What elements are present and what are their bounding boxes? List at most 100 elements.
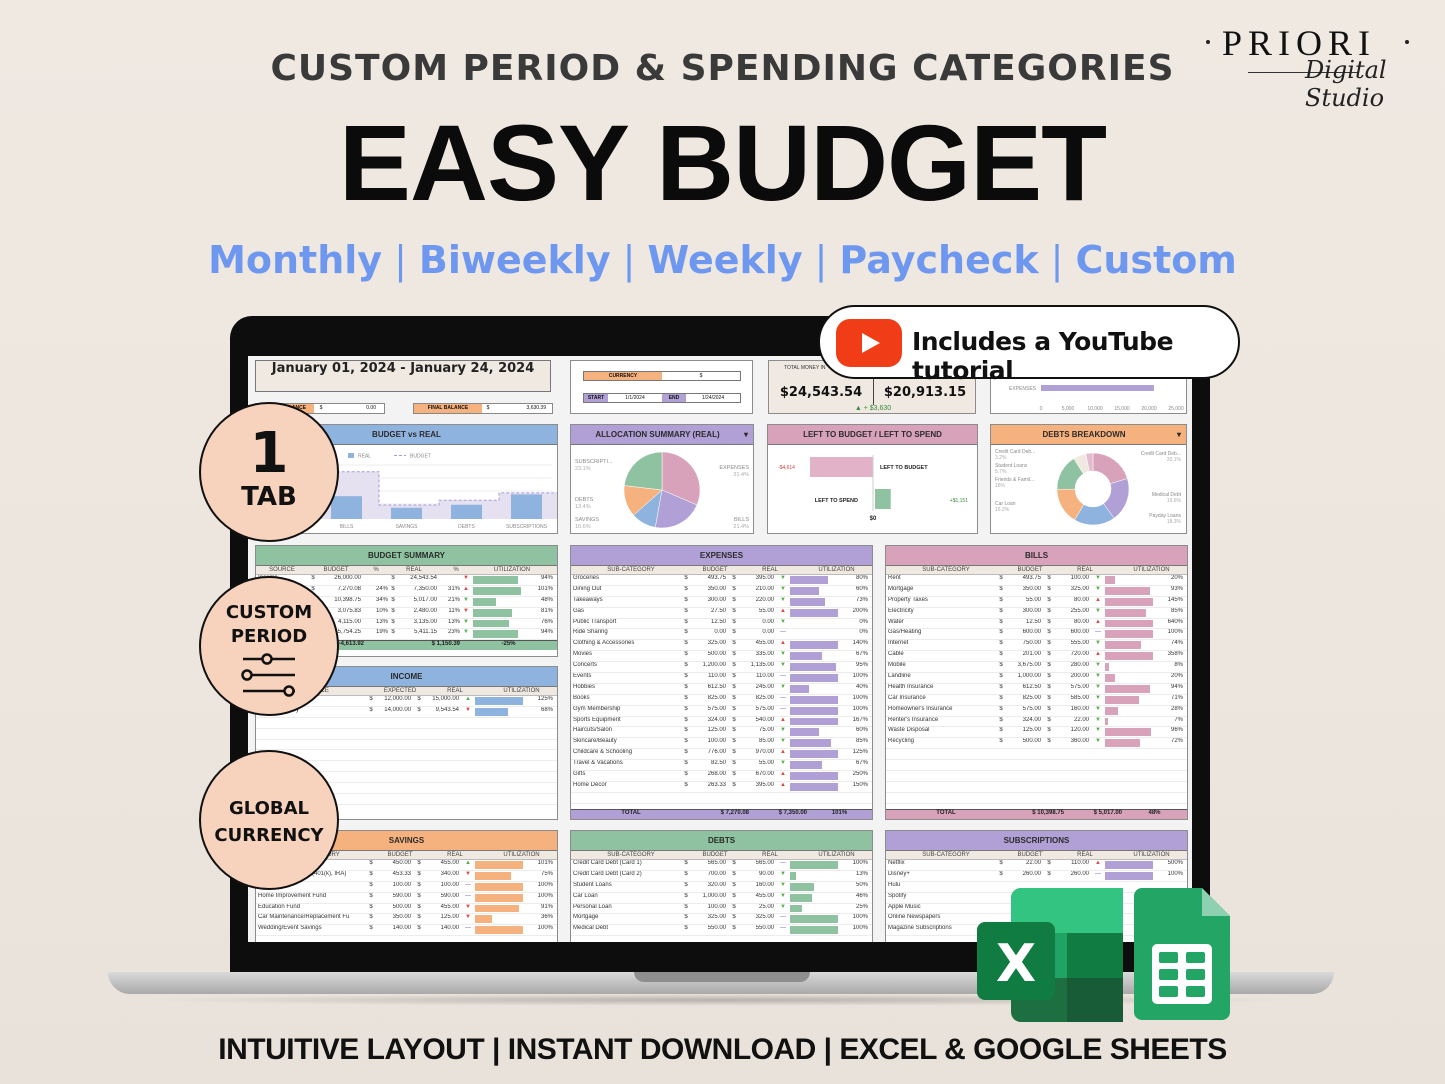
real-value[interactable]: 970.00: [739, 749, 777, 759]
budget-value[interactable]: 750.00: [1006, 640, 1044, 650]
budget-value[interactable]: 493.75: [1006, 575, 1044, 585]
real-value[interactable]: 720.00: [1054, 651, 1092, 661]
real-value[interactable]: 540.00: [739, 717, 777, 727]
budget-value[interactable]: 125.00: [691, 727, 729, 737]
real-value[interactable]: 100.00: [1054, 575, 1092, 585]
budget-value[interactable]: 100.00: [376, 882, 414, 892]
budget-value[interactable]: 453.33: [376, 871, 414, 881]
real-value[interactable]: 55.00: [739, 608, 777, 618]
budget-value[interactable]: 350.00: [1006, 586, 1044, 596]
real-value[interactable]: 80.00: [1054, 619, 1092, 629]
budget-value[interactable]: 1,000.00: [1006, 673, 1044, 683]
budget-value[interactable]: 500.00: [691, 651, 729, 661]
budget-value[interactable]: 565.00: [691, 860, 729, 870]
budget-value[interactable]: 0.00: [691, 629, 729, 639]
real-value[interactable]: 260.00: [1054, 871, 1092, 881]
budget-value[interactable]: 350.00: [691, 586, 729, 596]
real-value[interactable]: 395.00: [739, 782, 777, 792]
budget-value[interactable]: 100.00: [691, 738, 729, 748]
budget-value[interactable]: 600.00: [1006, 629, 1044, 639]
budget-value[interactable]: 776.00: [691, 749, 729, 759]
real-value[interactable]: 455.00: [739, 640, 777, 650]
real-value[interactable]: 325.00: [739, 914, 777, 924]
budget-value[interactable]: 350.00: [376, 914, 414, 924]
budget-value[interactable]: 500.00: [376, 904, 414, 914]
real-value[interactable]: 25.00: [739, 904, 777, 914]
budget-value[interactable]: 825.00: [691, 695, 729, 705]
real-value[interactable]: 9,543.54: [424, 707, 462, 717]
budget-value[interactable]: 3,675.00: [1006, 662, 1044, 672]
budget-value[interactable]: 700.00: [691, 871, 729, 881]
real-value[interactable]: 255.00: [1054, 608, 1092, 618]
dropdown-icon[interactable]: ▾: [744, 425, 753, 445]
budget-value[interactable]: 82.50: [691, 760, 729, 770]
dropdown-icon[interactable]: ▾: [1177, 425, 1186, 445]
real-value[interactable]: 395.00: [739, 575, 777, 585]
budget-value[interactable]: 14,000.00: [376, 707, 414, 717]
budget-value[interactable]: 201.00: [1006, 651, 1044, 661]
real-value[interactable]: 22.00: [1054, 717, 1092, 727]
budget-value[interactable]: 550.00: [691, 925, 729, 935]
budget-value[interactable]: 12,000.00: [376, 696, 414, 706]
budget-value[interactable]: 27.50: [691, 608, 729, 618]
real-value[interactable]: 455.00: [739, 893, 777, 903]
real-value[interactable]: 245.00: [739, 684, 777, 694]
real-value[interactable]: 55.00: [739, 760, 777, 770]
real-value[interactable]: 15,000.00: [424, 696, 462, 706]
real-value[interactable]: 455.00: [424, 860, 462, 870]
real-value[interactable]: 1,135.00: [739, 662, 777, 672]
real-value[interactable]: 455.00: [424, 904, 462, 914]
end-date-input[interactable]: 1/24/2024: [686, 394, 740, 402]
real-value[interactable]: 110.00: [1054, 860, 1092, 870]
real-value[interactable]: 585.00: [1054, 695, 1092, 705]
real-value[interactable]: 140.00: [424, 925, 462, 935]
budget-value[interactable]: 12.50: [1006, 619, 1044, 629]
budget-value[interactable]: 612.50: [691, 684, 729, 694]
budget-value[interactable]: 575.00: [691, 706, 729, 716]
real-value[interactable]: 825.00: [739, 695, 777, 705]
budget-value[interactable]: 140.00: [376, 925, 414, 935]
real-value[interactable]: 125.00: [424, 914, 462, 924]
budget-value[interactable]: 324.00: [1006, 717, 1044, 727]
budget-value[interactable]: 125.00: [1006, 727, 1044, 737]
budget-value[interactable]: 500.00: [1006, 738, 1044, 748]
real-value[interactable]: 210.00: [739, 586, 777, 596]
real-value[interactable]: 80.00: [1054, 597, 1092, 607]
real-value[interactable]: 120.00: [1054, 727, 1092, 737]
budget-value[interactable]: 575.00: [1006, 706, 1044, 716]
budget-value[interactable]: 100.00: [691, 904, 729, 914]
budget-value[interactable]: 12.50: [691, 619, 729, 629]
budget-value[interactable]: 1,200.00: [691, 662, 729, 672]
real-value[interactable]: 110.00: [739, 673, 777, 683]
budget-value[interactable]: 450.00: [376, 860, 414, 870]
budget-value[interactable]: 263.33: [691, 782, 729, 792]
budget-value[interactable]: 324.00: [691, 717, 729, 727]
real-value[interactable]: 85.00: [739, 738, 777, 748]
budget-value[interactable]: 320.00: [691, 882, 729, 892]
real-value[interactable]: 550.00: [739, 925, 777, 935]
real-value[interactable]: 75.00: [739, 727, 777, 737]
currency-input[interactable]: $: [662, 372, 740, 380]
real-value[interactable]: 335.00: [739, 651, 777, 661]
budget-value[interactable]: 55.00: [1006, 597, 1044, 607]
real-value[interactable]: 160.00: [1054, 706, 1092, 716]
real-value[interactable]: 575.00: [739, 706, 777, 716]
start-balance-value[interactable]: 0.00: [328, 404, 384, 413]
real-value[interactable]: 670.00: [739, 771, 777, 781]
start-date-input[interactable]: 1/1/2024: [608, 394, 662, 402]
budget-value[interactable]: 325.00: [691, 640, 729, 650]
real-value[interactable]: 575.00: [1054, 684, 1092, 694]
real-value[interactable]: 600.00: [1054, 629, 1092, 639]
real-value[interactable]: 325.00: [1054, 586, 1092, 596]
budget-value[interactable]: 300.00: [1006, 608, 1044, 618]
budget-value[interactable]: 300.00: [691, 597, 729, 607]
real-value[interactable]: 0.00: [739, 629, 777, 639]
budget-value[interactable]: 590.00: [376, 893, 414, 903]
budget-value[interactable]: 325.00: [691, 914, 729, 924]
budget-value[interactable]: 1,000.00: [691, 893, 729, 903]
real-value[interactable]: 565.00: [739, 860, 777, 870]
real-value[interactable]: 90.00: [739, 871, 777, 881]
real-value[interactable]: 340.00: [424, 871, 462, 881]
budget-value[interactable]: 268.00: [691, 771, 729, 781]
budget-value[interactable]: 22.00: [1006, 860, 1044, 870]
